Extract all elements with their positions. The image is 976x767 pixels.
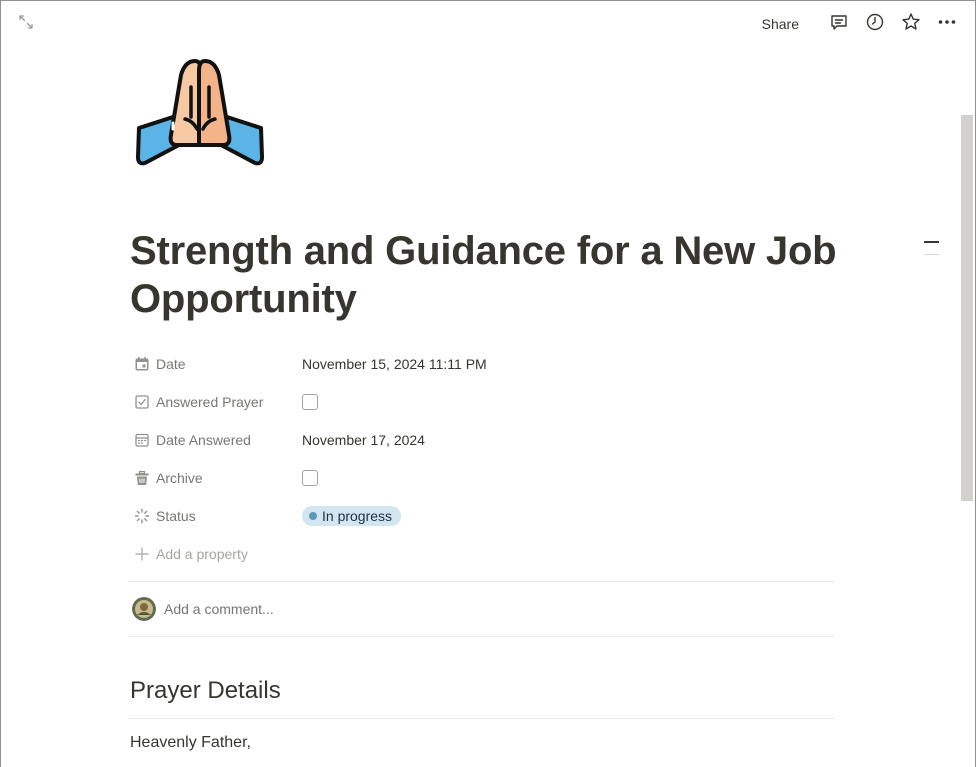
- properties-panel: Date November 15, 2024 11:11 PM Answered…: [128, 345, 836, 573]
- property-label: Date Answered: [156, 432, 251, 448]
- property-label: Archive: [156, 470, 203, 486]
- add-property-label: Add a property: [156, 546, 248, 562]
- property-value-date-answered[interactable]: November 17, 2024: [300, 423, 836, 457]
- divider: [128, 581, 834, 582]
- divider: [128, 718, 834, 719]
- favorite-button[interactable]: [897, 12, 925, 36]
- expand-icon: [18, 14, 34, 35]
- property-value-answered-prayer: [300, 385, 836, 419]
- folded-hands-icon[interactable]: [135, 57, 265, 169]
- trash-icon: [134, 470, 150, 486]
- property-label: Status: [156, 508, 196, 524]
- property-label: Answered Prayer: [156, 394, 264, 410]
- property-name-archive[interactable]: Archive: [128, 461, 300, 495]
- answered-prayer-checkbox[interactable]: [302, 394, 318, 410]
- section-heading[interactable]: Prayer Details: [130, 677, 281, 705]
- share-button[interactable]: Share: [758, 14, 803, 34]
- archive-checkbox[interactable]: [302, 470, 318, 486]
- status-icon: [134, 508, 150, 524]
- expand-button[interactable]: [16, 14, 36, 34]
- calendar-icon: [134, 356, 150, 372]
- comment-row: [132, 597, 832, 621]
- page-window: Share Strength and Guidance for a New Jo…: [0, 0, 976, 767]
- comment-input[interactable]: [164, 601, 764, 617]
- status-dot: [309, 512, 317, 520]
- comment-icon: [829, 12, 849, 37]
- more-button[interactable]: [933, 12, 961, 36]
- add-property-row: Add a property: [128, 535, 836, 573]
- property-value-archive: [300, 461, 836, 495]
- comments-button[interactable]: [825, 12, 853, 36]
- page-title[interactable]: Strength and Guidance for a New Job Oppo…: [130, 227, 850, 323]
- property-row-date: Date November 15, 2024 11:11 PM: [128, 345, 836, 383]
- calendar-outline-icon: [134, 432, 150, 448]
- plus-icon: [134, 546, 150, 562]
- top-bar: Share: [1, 1, 976, 47]
- property-name-date-answered[interactable]: Date Answered: [128, 423, 300, 457]
- table-of-contents-marker[interactable]: [924, 241, 940, 257]
- top-actions: Share: [758, 12, 961, 36]
- avatar: [132, 597, 156, 621]
- property-name-date[interactable]: Date: [128, 347, 300, 381]
- property-value-date[interactable]: November 15, 2024 11:11 PM: [300, 347, 836, 381]
- property-row-answered-prayer: Answered Prayer: [128, 383, 836, 421]
- property-label: Date: [156, 356, 186, 372]
- history-button[interactable]: [861, 12, 889, 36]
- status-label: In progress: [322, 508, 393, 524]
- add-property-button[interactable]: Add a property: [128, 537, 300, 571]
- checkbox-icon: [134, 394, 150, 410]
- scrollbar-thumb[interactable]: [961, 115, 973, 501]
- divider: [128, 636, 834, 637]
- paragraph-text[interactable]: Heavenly Father,: [130, 734, 251, 752]
- property-name-status[interactable]: Status: [128, 499, 300, 533]
- more-icon: [937, 12, 957, 37]
- property-value-status[interactable]: In progress: [300, 499, 836, 533]
- property-row-date-answered: Date Answered November 17, 2024: [128, 421, 836, 459]
- history-icon: [865, 12, 885, 37]
- status-badge: In progress: [302, 506, 402, 526]
- star-icon: [901, 12, 921, 37]
- property-name-answered-prayer[interactable]: Answered Prayer: [128, 385, 300, 419]
- property-row-archive: Archive: [128, 459, 836, 497]
- property-row-status: Status In progress: [128, 497, 836, 535]
